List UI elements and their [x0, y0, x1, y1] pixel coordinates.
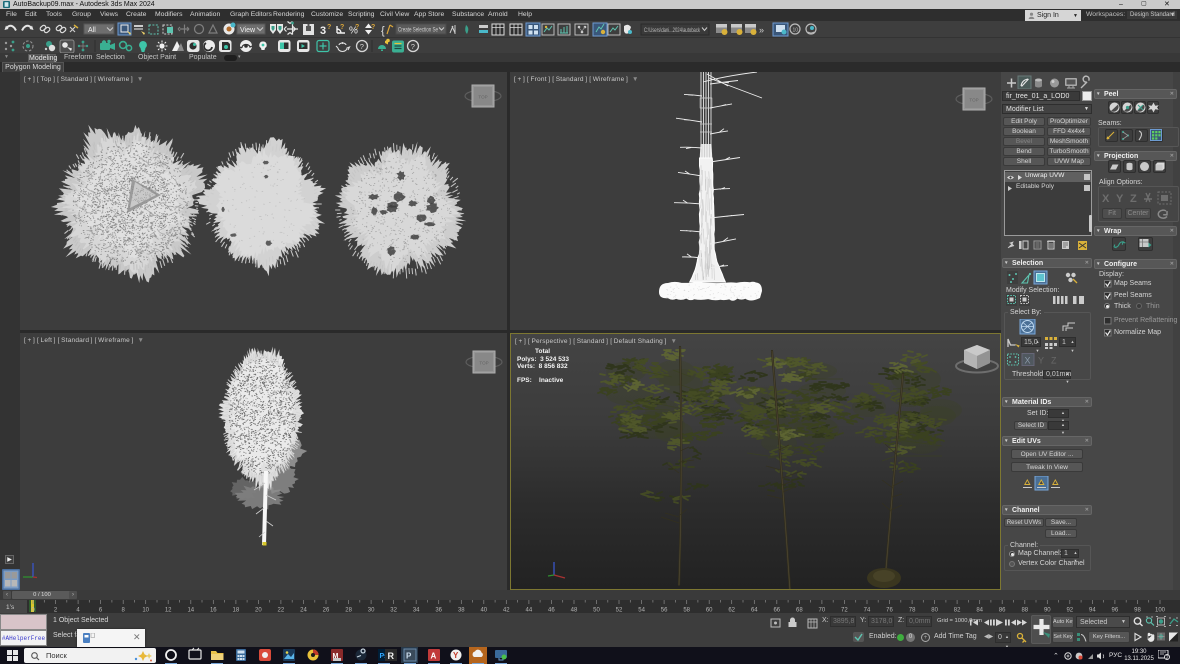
svg-text:3: 3	[320, 25, 326, 37]
svg-text:A: A	[431, 652, 437, 661]
svg-text:?: ?	[371, 24, 375, 31]
svg-text:?: ?	[360, 42, 364, 51]
svg-text:Z: Z	[1051, 356, 1057, 366]
svg-text:?: ?	[340, 24, 344, 31]
svg-text:X: X	[1102, 193, 1110, 205]
svg-text:?: ?	[411, 42, 415, 51]
svg-text:10: 10	[793, 28, 799, 34]
svg-text:{: {	[381, 25, 385, 37]
svg-text:TOP: TOP	[969, 98, 978, 103]
svg-text:?: ?	[355, 24, 359, 31]
svg-text:TOP: TOP	[479, 360, 488, 365]
svg-text:Y: Y	[453, 651, 459, 660]
svg-text:X: X	[1025, 356, 1031, 366]
svg-text:Z: Z	[1130, 193, 1137, 205]
svg-text:All: All	[88, 27, 96, 34]
svg-text:?: ?	[327, 24, 331, 31]
svg-text:2: 2	[1166, 655, 1169, 660]
svg-text:C:\Users\dani...2024\autoback: C:\Users\dani...2024\autoback	[644, 27, 701, 34]
svg-text:P: P	[406, 652, 412, 661]
svg-text:Y: Y	[1116, 193, 1124, 205]
svg-text:TOP: TOP	[478, 95, 487, 100]
svg-text:Y: Y	[1038, 356, 1044, 366]
svg-text:1ʼs: 1ʼs	[6, 603, 15, 611]
svg-text:View: View	[240, 27, 256, 34]
svg-text:R: R	[388, 651, 395, 661]
svg-text:»: »	[759, 25, 764, 35]
svg-text:Create Selection Se: Create Selection Se	[398, 27, 438, 34]
